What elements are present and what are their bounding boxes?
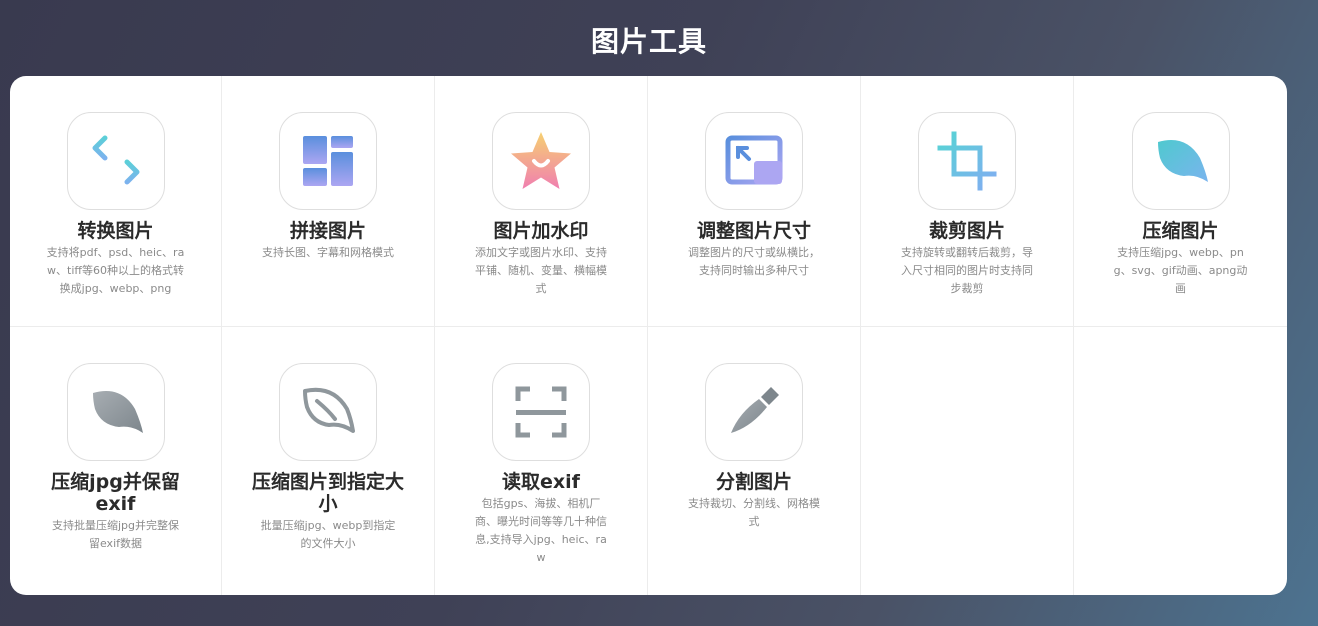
tool-title: 读取exif [502, 471, 580, 493]
tool-stitch-image[interactable]: 拼接图片 支持长图、字幕和网格模式 [222, 76, 435, 327]
tool-description: 批量压缩jpg、webp到指定的文件大小 [260, 519, 396, 550]
tool-split-image[interactable]: 分割图片 支持裁切、分割线、网格模式 [648, 327, 861, 595]
tool-description: 支持将pdf、psd、heic、raw、tiff等60种以上的格式转换成jpg、… [46, 246, 185, 295]
tool-watermark[interactable]: 图片加水印 添加文字或图片水印、支持平铺、随机、变量、横幅模式 [435, 76, 648, 327]
tool-resize-image[interactable]: 调整图片尺寸 调整图片的尺寸或纵横比，支持同时输出多种尺寸 [648, 76, 861, 327]
resize-icon [705, 112, 803, 210]
feather-solid-icon [66, 363, 165, 461]
tool-title: 压缩jpg并保留exif [51, 471, 180, 515]
feather-icon [1131, 112, 1230, 210]
scan-icon [492, 363, 590, 461]
tool-read-exif[interactable]: 读取exif 包括gps、海拔、相机厂商、曝光时间等等几十种信息,支持导入jpg… [435, 327, 648, 595]
tools-card: 转换图片 支持将pdf、psd、heic、raw、tiff等60种以上的格式转换… [10, 76, 1287, 595]
tool-description: 支持长图、字幕和网格模式 [262, 246, 394, 259]
tool-title: 分割图片 [715, 471, 792, 493]
tool-description: 支持裁切、分割线、网格模式 [688, 497, 820, 528]
tool-crop-image[interactable]: 裁剪图片 支持旋转或翻转后裁剪，导入尺寸相同的图片时支持同步裁剪 [861, 76, 1074, 327]
tool-title: 转换图片 [77, 220, 154, 242]
tool-title: 压缩图片到指定大小 [251, 471, 404, 515]
tool-compress-to-size[interactable]: 压缩图片到指定大小 批量压缩jpg、webp到指定的文件大小 [222, 327, 435, 595]
tool-title: 图片加水印 [493, 220, 589, 242]
tool-description: 包括gps、海拔、相机厂商、曝光时间等等几十种信息,支持导入jpg、heic、r… [475, 497, 607, 564]
tool-description: 支持压缩jpg、webp、png、svg、gif动画、apng动画 [1113, 246, 1248, 295]
tool-description: 支持批量压缩jpg并完整保留exif数据 [51, 519, 180, 550]
tool-compress-jpg-keep-exif[interactable]: 压缩jpg并保留exif 支持批量压缩jpg并完整保留exif数据 [10, 327, 222, 595]
tool-description: 添加文字或图片水印、支持平铺、随机、变量、横幅模式 [475, 246, 607, 295]
empty-cell [1074, 327, 1287, 595]
tool-title: 裁剪图片 [928, 220, 1005, 242]
star-watermark-icon [492, 112, 590, 210]
tool-title: 调整图片尺寸 [696, 220, 811, 242]
empty-cell [861, 327, 1074, 595]
tool-title: 压缩图片 [1142, 220, 1219, 242]
page-title: 图片工具 [590, 25, 707, 58]
grid-layout-icon [279, 112, 377, 210]
tool-title: 拼接图片 [289, 220, 366, 242]
knife-icon [705, 363, 803, 461]
crop-icon [918, 112, 1016, 210]
tool-compress-image[interactable]: 压缩图片 支持压缩jpg、webp、png、svg、gif动画、apng动画 [1074, 76, 1287, 327]
tool-description: 调整图片的尺寸或纵横比，支持同时输出多种尺寸 [688, 246, 820, 277]
tools-grid: 转换图片 支持将pdf、psd、heic、raw、tiff等60种以上的格式转换… [10, 76, 1287, 595]
swap-arrows-icon [66, 112, 165, 210]
tool-description: 支持旋转或翻转后裁剪，导入尺寸相同的图片时支持同步裁剪 [901, 246, 1033, 295]
feather-outline-icon [279, 363, 377, 461]
tool-convert-image[interactable]: 转换图片 支持将pdf、psd、heic、raw、tiff等60种以上的格式转换… [10, 76, 222, 327]
